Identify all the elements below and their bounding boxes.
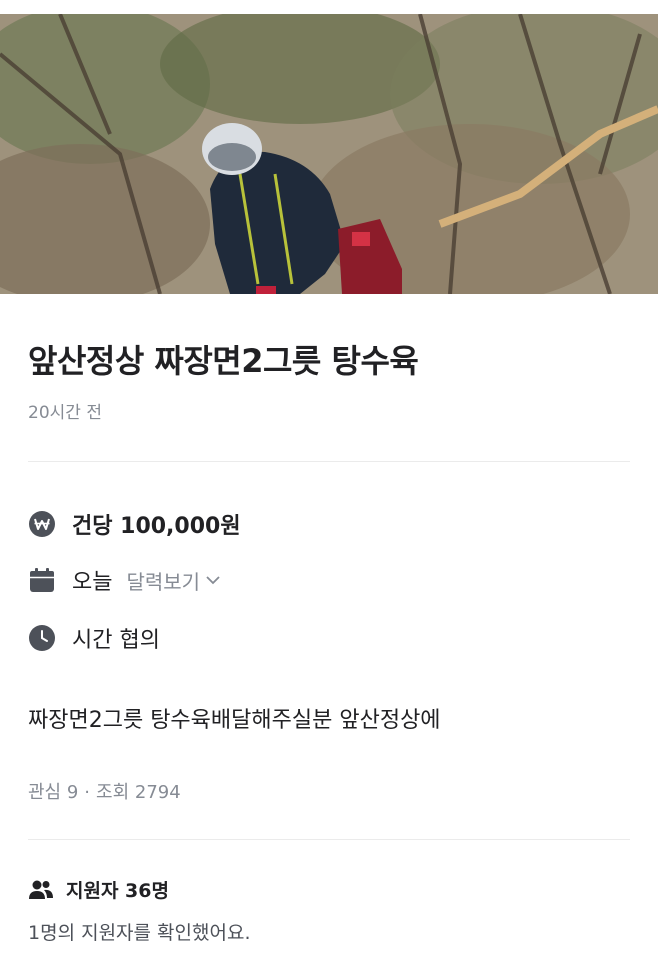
applicants-count: 지원자 36명 — [66, 880, 169, 902]
post-description: 짜장면2그릇 탕수육배달해주실분 앞산정상에 — [28, 708, 441, 733]
time-text: 시간 협의 — [72, 628, 160, 653]
divider — [28, 461, 630, 462]
people-icon — [29, 880, 53, 899]
price-row: 건당 100,000원 — [28, 508, 241, 540]
chevron-down-icon — [206, 576, 220, 585]
post-title: 앞산정상 짜장면2그릇 탕수육 — [28, 342, 419, 380]
applicants-header[interactable]: 지원자 36명 — [28, 876, 169, 903]
interest-count: 관심 9 — [28, 782, 79, 803]
won-coin-icon — [28, 510, 56, 538]
date-text: 오늘 — [72, 570, 113, 595]
calendar-view-link[interactable]: 달력보기 — [126, 566, 222, 595]
divider — [28, 839, 630, 840]
applicants-note: 1명의 지원자를 확인했어요. — [28, 922, 251, 944]
price-text: 건당 100,000원 — [72, 514, 241, 539]
view-count: 조회 2794 — [96, 782, 181, 803]
post-stats: 관심 9 · 조회 2794 — [28, 778, 181, 804]
calendar-view-label: 달력보기 — [126, 569, 201, 594]
photo-illustration — [0, 14, 658, 294]
clock-icon — [28, 624, 56, 652]
date-row: 오늘 달력보기 — [28, 564, 222, 596]
time-row: 시간 협의 — [28, 622, 160, 654]
post-time-ago: 20시간 전 — [28, 403, 102, 423]
stats-separator: · — [84, 782, 91, 803]
calendar-icon — [28, 566, 56, 594]
post-photo[interactable] — [0, 14, 658, 294]
